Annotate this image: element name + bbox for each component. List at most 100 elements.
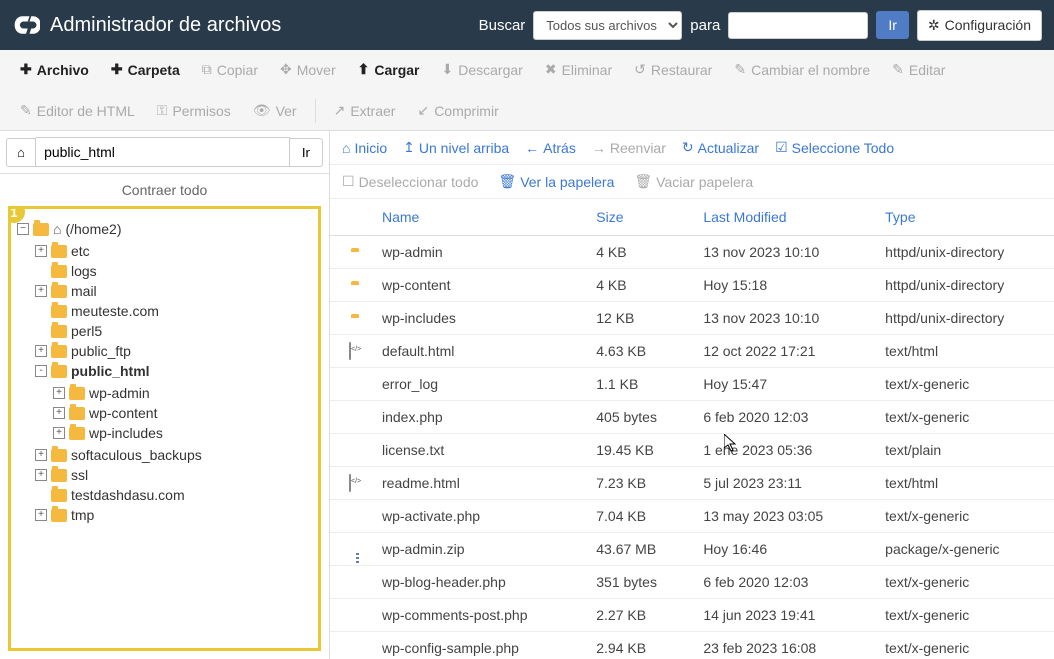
tree-children: + etc logs + mail meuteste.com perl5 + public_ft… [17,241,312,525]
cell-modified: 5 jul 2023 23:11 [691,467,873,500]
search-go-button[interactable]: Ir [876,11,909,39]
col-size[interactable]: Size [584,199,691,236]
path-go-button[interactable]: Ir [290,138,323,167]
tree-toggle[interactable]: + [35,345,47,357]
code-file-icon [349,474,351,492]
move-icon: ✥ [280,61,292,78]
ver-button[interactable]: 👁Ver [243,95,307,126]
nav-reload[interactable]: ↻Actualizar [682,139,759,156]
table-row[interactable]: wp-admin4 KB13 nov 2023 10:10httpd/unix-… [330,236,1054,269]
collapse-all-link[interactable]: Contraer todo [0,174,329,206]
table-row[interactable]: wp-includes12 KB13 nov 2023 10:10httpd/u… [330,302,1054,335]
eliminar-button[interactable]: ✖Eliminar [535,54,622,85]
tree-label[interactable]: public_ftp [71,343,131,359]
tree-item: + ssl [35,465,312,485]
tree-label[interactable]: logs [71,263,97,279]
tree-label[interactable]: wp-admin [89,385,150,401]
table-row[interactable]: index.php405 bytes6 feb 2020 12:03text/x… [330,401,1054,434]
tree-toggle[interactable]: + [35,509,47,521]
mover-button[interactable]: ✥Mover [270,54,346,85]
home-icon: ⌂ [17,145,25,160]
search-scope-select[interactable]: Todos sus archivos [533,11,682,40]
toolbar-label: Editor de HTML [37,103,135,119]
tree-label[interactable]: public_html [71,363,150,379]
editar-button[interactable]: ✎Editar [882,54,955,85]
col-type[interactable]: Type [873,199,1054,236]
archivo-button[interactable]: ✚Archivo [10,54,99,85]
toolbar-label: Cargar [374,62,419,78]
tree-toggle[interactable]: + [53,407,65,419]
editor-de-html-button[interactable]: ✎ Editor de HTML [10,95,145,126]
cell-type: text/x-generic [873,632,1054,659]
table-row[interactable]: license.txt19.45 KB1 ene 2023 05:36text/… [330,434,1054,467]
tree-label[interactable]: tmp [71,507,94,523]
tree-label[interactable]: mail [71,283,97,299]
tree-label[interactable]: perl5 [71,323,102,339]
trash-icon: 🗑 [498,173,516,190]
table-row[interactable]: wp-activate.php7.04 KB13 may 2023 03:05t… [330,500,1054,533]
restore-icon: ↺ [634,61,646,78]
tree-toggle[interactable]: − [17,223,29,235]
cell-modified: 23 feb 2023 16:08 [691,632,873,659]
html-icon: ✎ [20,102,32,119]
table-row[interactable]: readme.html7.23 KB5 jul 2023 23:11text/h… [330,467,1054,500]
content-toolbar: ⌂Inicio ↥Un nivel arriba ←Atrás →Reenvia… [330,131,1054,165]
tree-toggle[interactable]: + [35,449,47,461]
tree-label[interactable]: wp-content [89,405,157,421]
cargar-button[interactable]: ⬆Cargar [348,54,430,85]
tree-label[interactable]: softaculous_backups [71,447,202,463]
comprimir-button[interactable]: ↙Comprimir [407,95,508,126]
nav-select-all[interactable]: ☑Seleccione Todo [775,139,894,156]
tree-toggle[interactable]: + [35,245,47,257]
cell-size: 2.27 KB [584,599,691,632]
toolbar-row-2: ✎ Editor de HTML ⚿Permisos👁Ver ↗Extraer↙Com… [10,91,1044,130]
tree-item: + wp-admin [53,383,312,403]
tree-toggle[interactable]: + [53,427,65,439]
path-input[interactable] [36,137,290,167]
tree-toggle[interactable]: + [53,387,65,399]
tree-label[interactable]: wp-includes [89,425,163,441]
table-row[interactable]: wp-config-sample.php2.94 KB23 feb 2023 1… [330,632,1054,659]
path-home-button[interactable]: ⌂ [6,138,36,167]
tree-toggle[interactable]: + [35,285,47,297]
nav-back[interactable]: ←Atrás [525,140,576,156]
nav-view-trash[interactable]: 🗑Ver la papelera [498,173,614,190]
restaurar-button[interactable]: ↺Restaurar [624,54,722,85]
config-button[interactable]: ✲Configuración [917,10,1042,41]
table-row[interactable]: error_log1.1 KBHoy 15:47text/x-generic [330,368,1054,401]
table-row[interactable]: wp-comments-post.php2.27 KB14 jun 2023 1… [330,599,1054,632]
nav-up[interactable]: ↥Un nivel arriba [403,139,509,156]
file-icon-cell [330,467,370,500]
copiar-button[interactable]: ⧉Copiar [192,54,268,85]
tree-root-label[interactable]: (/home2) [65,221,121,237]
folder-icon [51,489,67,502]
tree-label[interactable]: ssl [71,467,88,483]
cambiar-el-nombre-button[interactable]: ✎Cambiar el nombre [724,54,880,85]
tree-label[interactable]: meuteste.com [71,303,159,319]
table-row[interactable]: wp-content4 KBHoy 15:18httpd/unix-direct… [330,269,1054,302]
col-modified[interactable]: Last Modified [691,199,873,236]
tree-label[interactable]: testdashdasu.com [71,487,185,503]
cell-size: 4 KB [584,236,691,269]
cell-size: 12 KB [584,302,691,335]
table-row[interactable]: wp-blog-header.php351 bytes6 feb 2020 12… [330,566,1054,599]
table-row[interactable]: wp-admin.zip43.67 MBHoy 16:46package/x-g… [330,533,1054,566]
extraer-button[interactable]: ↗Extraer [324,95,406,126]
nav-home[interactable]: ⌂Inicio [342,140,387,156]
tree-toggle[interactable]: + [35,469,47,481]
descargar-button[interactable]: ⬇Descargar [432,54,533,85]
permisos-button[interactable]: ⚿Permisos [147,95,241,126]
cell-modified: 13 may 2023 03:05 [691,500,873,533]
carpeta-button[interactable]: ✚Carpeta [101,54,190,85]
cell-size: 405 bytes [584,401,691,434]
tree-label[interactable]: etc [71,243,90,259]
tree-toggle[interactable]: - [35,365,47,377]
home-icon: ⌂ [342,140,350,156]
cell-name: wp-config-sample.php [370,632,584,659]
col-name[interactable]: Name [370,199,584,236]
search-input[interactable] [728,12,868,39]
nav-forward[interactable]: →Reenviar [592,140,666,156]
table-row[interactable]: default.html4.63 KB12 oct 2022 17:21text… [330,335,1054,368]
nav-deselect-all[interactable]: ☐Deseleccionar todo [342,173,478,190]
nav-empty-trash[interactable]: 🗑Vaciar papelera [634,173,753,190]
